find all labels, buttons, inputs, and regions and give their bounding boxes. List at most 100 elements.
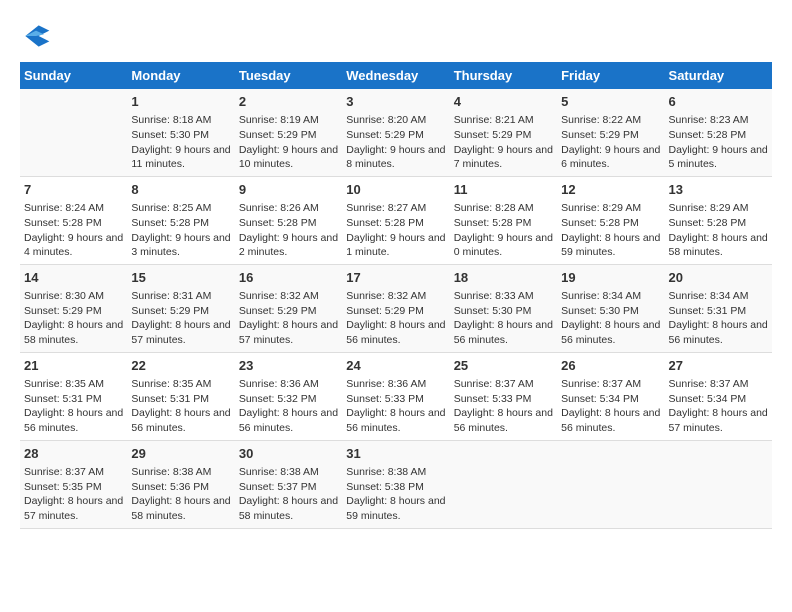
calendar-cell: 10 Sunrise: 8:27 AMSunset: 5:28 PMDayligh… xyxy=(342,176,449,264)
day-number: 26 xyxy=(561,357,660,375)
day-number: 27 xyxy=(669,357,768,375)
calendar-cell: 13 Sunrise: 8:29 AMSunset: 5:28 PMDayligh… xyxy=(665,176,772,264)
day-detail: Sunrise: 8:32 AMSunset: 5:29 PMDaylight:… xyxy=(239,289,338,348)
weekday-header-tuesday: Tuesday xyxy=(235,62,342,89)
day-number: 24 xyxy=(346,357,445,375)
calendar-cell: 24 Sunrise: 8:36 AMSunset: 5:33 PMDayligh… xyxy=(342,352,449,440)
day-number: 15 xyxy=(131,269,230,287)
day-detail: Sunrise: 8:19 AMSunset: 5:29 PMDaylight:… xyxy=(239,113,338,172)
calendar-cell: 15 Sunrise: 8:31 AMSunset: 5:29 PMDayligh… xyxy=(127,264,234,352)
day-number: 25 xyxy=(454,357,553,375)
day-number: 14 xyxy=(24,269,123,287)
day-number: 16 xyxy=(239,269,338,287)
day-detail: Sunrise: 8:20 AMSunset: 5:29 PMDaylight:… xyxy=(346,113,445,172)
day-number: 8 xyxy=(131,181,230,199)
day-detail: Sunrise: 8:37 AMSunset: 5:34 PMDaylight:… xyxy=(561,377,660,436)
calendar-cell: 14 Sunrise: 8:30 AMSunset: 5:29 PMDayligh… xyxy=(20,264,127,352)
day-detail: Sunrise: 8:24 AMSunset: 5:28 PMDaylight:… xyxy=(24,201,123,260)
day-detail: Sunrise: 8:30 AMSunset: 5:29 PMDaylight:… xyxy=(24,289,123,348)
day-number: 22 xyxy=(131,357,230,375)
calendar-table: SundayMondayTuesdayWednesdayThursdayFrid… xyxy=(20,62,772,529)
day-detail: Sunrise: 8:29 AMSunset: 5:28 PMDaylight:… xyxy=(561,201,660,260)
day-detail: Sunrise: 8:38 AMSunset: 5:37 PMDaylight:… xyxy=(239,465,338,524)
weekday-header-saturday: Saturday xyxy=(665,62,772,89)
day-detail: Sunrise: 8:31 AMSunset: 5:29 PMDaylight:… xyxy=(131,289,230,348)
day-number: 6 xyxy=(669,93,768,111)
day-number: 13 xyxy=(669,181,768,199)
day-detail: Sunrise: 8:34 AMSunset: 5:30 PMDaylight:… xyxy=(561,289,660,348)
calendar-cell xyxy=(665,440,772,528)
calendar-cell: 2Sunrise: 8:19 AMSunset: 5:29 PMDaylight… xyxy=(235,89,342,176)
day-detail: Sunrise: 8:37 AMSunset: 5:35 PMDaylight:… xyxy=(24,465,123,524)
day-detail: Sunrise: 8:35 AMSunset: 5:31 PMDaylight:… xyxy=(131,377,230,436)
day-detail: Sunrise: 8:36 AMSunset: 5:32 PMDaylight:… xyxy=(239,377,338,436)
day-detail: Sunrise: 8:33 AMSunset: 5:30 PMDaylight:… xyxy=(454,289,553,348)
day-number: 30 xyxy=(239,445,338,463)
calendar-week-row: 28 Sunrise: 8:37 AMSunset: 5:35 PMDayligh… xyxy=(20,440,772,528)
day-number: 21 xyxy=(24,357,123,375)
day-detail: Sunrise: 8:25 AMSunset: 5:28 PMDaylight:… xyxy=(131,201,230,260)
weekday-header-monday: Monday xyxy=(127,62,234,89)
calendar-cell: 31Sunrise: 8:38 AMSunset: 5:38 PMDayligh… xyxy=(342,440,449,528)
day-detail: Sunrise: 8:37 AMSunset: 5:33 PMDaylight:… xyxy=(454,377,553,436)
calendar-cell: 5 Sunrise: 8:22 AMSunset: 5:29 PMDaylight… xyxy=(557,89,664,176)
day-number: 11 xyxy=(454,181,553,199)
day-number: 17 xyxy=(346,269,445,287)
day-number: 4 xyxy=(454,93,553,111)
calendar-week-row: 21 Sunrise: 8:35 AMSunset: 5:31 PMDayligh… xyxy=(20,352,772,440)
calendar-cell: 8 Sunrise: 8:25 AMSunset: 5:28 PMDaylight… xyxy=(127,176,234,264)
calendar-cell: 17 Sunrise: 8:32 AMSunset: 5:29 PMDayligh… xyxy=(342,264,449,352)
day-number: 1 xyxy=(131,93,230,111)
weekday-header-thursday: Thursday xyxy=(450,62,557,89)
calendar-cell: 7Sunrise: 8:24 AMSunset: 5:28 PMDaylight… xyxy=(20,176,127,264)
day-number: 3 xyxy=(346,93,445,111)
calendar-cell: 9Sunrise: 8:26 AMSunset: 5:28 PMDaylight… xyxy=(235,176,342,264)
calendar-week-row: 14 Sunrise: 8:30 AMSunset: 5:29 PMDayligh… xyxy=(20,264,772,352)
calendar-cell: 23 Sunrise: 8:36 AMSunset: 5:32 PMDayligh… xyxy=(235,352,342,440)
day-detail: Sunrise: 8:38 AMSunset: 5:38 PMDaylight:… xyxy=(346,465,445,524)
day-detail: Sunrise: 8:34 AMSunset: 5:31 PMDaylight:… xyxy=(669,289,768,348)
calendar-cell: 1 Sunrise: 8:18 AMSunset: 5:30 PMDaylight… xyxy=(127,89,234,176)
page-header xyxy=(20,20,772,52)
day-number: 9 xyxy=(239,181,338,199)
weekday-header-row: SundayMondayTuesdayWednesdayThursdayFrid… xyxy=(20,62,772,89)
day-detail: Sunrise: 8:18 AMSunset: 5:30 PMDaylight:… xyxy=(131,113,230,172)
calendar-cell: 11Sunrise: 8:28 AMSunset: 5:28 PMDayligh… xyxy=(450,176,557,264)
day-detail: Sunrise: 8:23 AMSunset: 5:28 PMDaylight:… xyxy=(669,113,768,172)
day-number: 29 xyxy=(131,445,230,463)
calendar-cell: 19 Sunrise: 8:34 AMSunset: 5:30 PMDayligh… xyxy=(557,264,664,352)
calendar-week-row: 7Sunrise: 8:24 AMSunset: 5:28 PMDaylight… xyxy=(20,176,772,264)
logo xyxy=(20,20,54,52)
day-detail: Sunrise: 8:38 AMSunset: 5:36 PMDaylight:… xyxy=(131,465,230,524)
day-number: 28 xyxy=(24,445,123,463)
calendar-cell: 16 Sunrise: 8:32 AMSunset: 5:29 PMDayligh… xyxy=(235,264,342,352)
day-detail: Sunrise: 8:35 AMSunset: 5:31 PMDaylight:… xyxy=(24,377,123,436)
calendar-cell: 30 Sunrise: 8:38 AMSunset: 5:37 PMDayligh… xyxy=(235,440,342,528)
day-detail: Sunrise: 8:29 AMSunset: 5:28 PMDaylight:… xyxy=(669,201,768,260)
day-number: 10 xyxy=(346,181,445,199)
day-number: 19 xyxy=(561,269,660,287)
day-number: 20 xyxy=(669,269,768,287)
day-number: 5 xyxy=(561,93,660,111)
calendar-cell: 4 Sunrise: 8:21 AMSunset: 5:29 PMDaylight… xyxy=(450,89,557,176)
day-number: 12 xyxy=(561,181,660,199)
day-detail: Sunrise: 8:32 AMSunset: 5:29 PMDaylight:… xyxy=(346,289,445,348)
calendar-cell: 29 Sunrise: 8:38 AMSunset: 5:36 PMDayligh… xyxy=(127,440,234,528)
day-detail: Sunrise: 8:27 AMSunset: 5:28 PMDaylight:… xyxy=(346,201,445,260)
calendar-cell: 3 Sunrise: 8:20 AMSunset: 5:29 PMDaylight… xyxy=(342,89,449,176)
calendar-cell: 12 Sunrise: 8:29 AMSunset: 5:28 PMDayligh… xyxy=(557,176,664,264)
calendar-cell: 26 Sunrise: 8:37 AMSunset: 5:34 PMDayligh… xyxy=(557,352,664,440)
calendar-cell xyxy=(450,440,557,528)
day-detail: Sunrise: 8:21 AMSunset: 5:29 PMDaylight:… xyxy=(454,113,553,172)
calendar-cell: 18Sunrise: 8:33 AMSunset: 5:30 PMDayligh… xyxy=(450,264,557,352)
day-detail: Sunrise: 8:22 AMSunset: 5:29 PMDaylight:… xyxy=(561,113,660,172)
weekday-header-sunday: Sunday xyxy=(20,62,127,89)
day-detail: Sunrise: 8:36 AMSunset: 5:33 PMDaylight:… xyxy=(346,377,445,436)
calendar-cell: 6 Sunrise: 8:23 AMSunset: 5:28 PMDaylight… xyxy=(665,89,772,176)
calendar-cell: 27Sunrise: 8:37 AMSunset: 5:34 PMDayligh… xyxy=(665,352,772,440)
weekday-header-wednesday: Wednesday xyxy=(342,62,449,89)
calendar-cell: 25 Sunrise: 8:37 AMSunset: 5:33 PMDayligh… xyxy=(450,352,557,440)
calendar-cell: 21 Sunrise: 8:35 AMSunset: 5:31 PMDayligh… xyxy=(20,352,127,440)
calendar-cell: 20 Sunrise: 8:34 AMSunset: 5:31 PMDayligh… xyxy=(665,264,772,352)
day-number: 23 xyxy=(239,357,338,375)
